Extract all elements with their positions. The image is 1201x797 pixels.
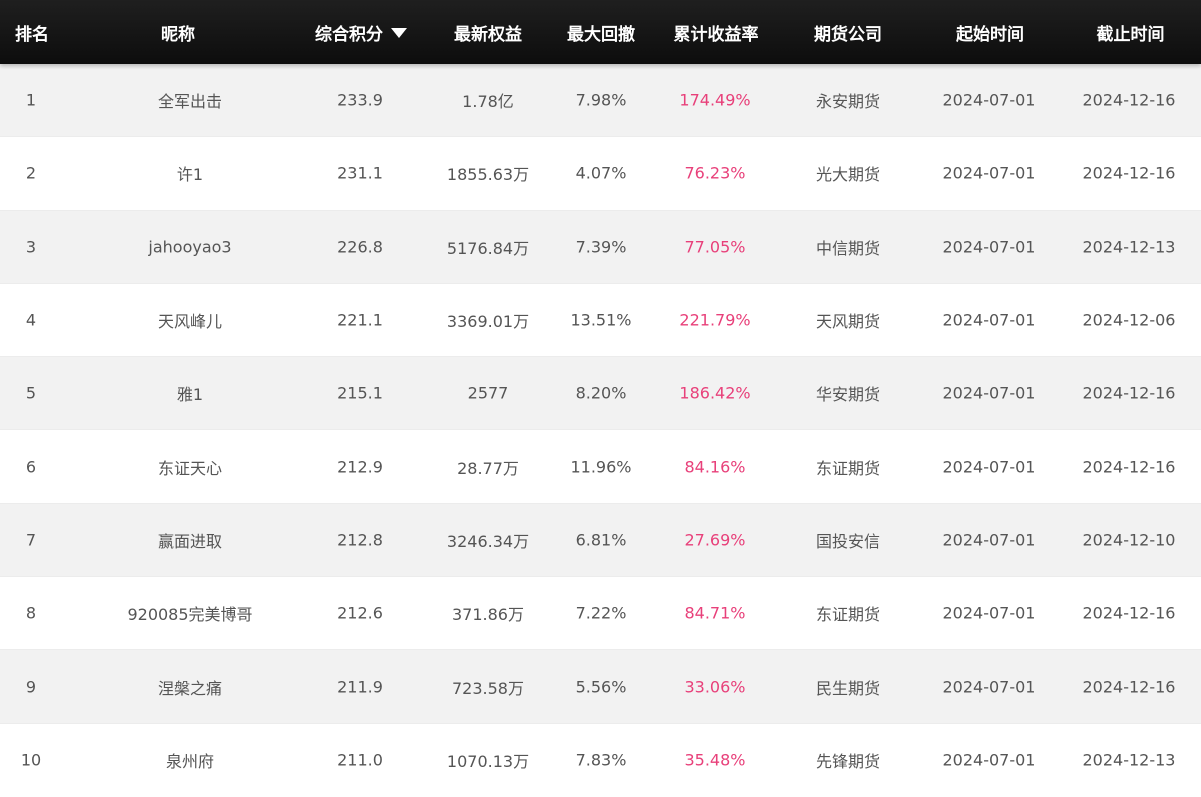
end-date-cell: 2024-12-13: [1082, 750, 1176, 770]
end-date-cell: 2024-12-06: [1082, 310, 1176, 330]
table-row[interactable]: 3 jahooyao3 226.8 5176.84万 7.39% 77.05% 中信期货 20…: [0, 210, 1201, 284]
header-cum-return[interactable]: 累计收益率: [656, 0, 776, 64]
header-start[interactable]: 起始时间: [920, 0, 1060, 64]
header-equity[interactable]: 最新权益: [430, 0, 546, 64]
header-nickname[interactable]: 昵称: [64, 0, 292, 64]
header-rank[interactable]: 排名: [0, 0, 64, 64]
table-row[interactable]: 10 泉州府 211.0 1070.13万 7.83% 35.48% 先锋期货 2024-07…: [0, 723, 1201, 797]
ranking-table: 排名 昵称 综合积分 最新权益 最大回撤 累计收益率 期货公司 起始时间 截止时…: [0, 0, 1201, 797]
header-score-label: 综合积分: [315, 24, 383, 45]
header-company[interactable]: 期货公司: [776, 0, 920, 64]
table-row[interactable]: 9 涅槃之痛 211.9 723.58万 5.56% 33.06% 民生期货 2024-07-…: [0, 650, 1201, 724]
table-header: 排名 昵称 综合积分 最新权益 最大回撤 累计收益率 期货公司 起始时间 截止时…: [0, 0, 1201, 64]
end-date-cell: 2024-12-16: [1082, 163, 1176, 183]
header-score[interactable]: 综合积分: [292, 0, 430, 64]
end-date-cell: 2024-12-16: [1082, 677, 1176, 697]
header-max-drawdown[interactable]: 最大回撤: [546, 0, 656, 64]
end-date-cell: 2024-12-16: [1082, 457, 1176, 477]
end-date-cell: 2024-12-16: [1082, 603, 1176, 623]
end-date-cell: 2024-12-16: [1082, 90, 1176, 110]
table-body: 1 全军出击 233.9 1.78亿 7.98% 174.49% 永安期货 2024-07-0…: [0, 64, 1201, 797]
sort-desc-icon[interactable]: [391, 27, 407, 38]
table-row[interactable]: 7 赢面进取 212.8 3246.34万 6.81% 27.69% 国投安信 2024-07…: [0, 503, 1201, 578]
end-date-cell: 2024-12-10: [1082, 530, 1176, 550]
table-row[interactable]: 8 920085完美博哥 212.6 371.86万 7.22% 84.71% 东证期货 20…: [0, 577, 1201, 651]
end-date-cell: 2024-12-13: [1082, 237, 1176, 257]
end-date-cell: 2024-12-16: [1082, 383, 1176, 403]
header-end[interactable]: 截止时间: [1060, 0, 1201, 64]
table-row[interactable]: 1 全军出击 233.9 1.78亿 7.98% 174.49% 永安期货 2024-07-0…: [0, 64, 1201, 138]
table-row[interactable]: 6 东证天心 212.9 28.77万 11.96% 84.16% 东证期货 2024-07-…: [0, 430, 1201, 504]
table-row[interactable]: 4 天风峰儿 221.1 3369.01万 13.51% 221.79% 天风期货 2024-…: [0, 283, 1201, 358]
table-row[interactable]: 2 许1 231.1 1855.63万 4.07% 76.23% 光大期货 2024-07-0…: [0, 137, 1201, 211]
table-row[interactable]: 5 雅1 215.1 2577 8.20% 186.42% 华安期货 2024-07-01 20…: [0, 357, 1201, 431]
